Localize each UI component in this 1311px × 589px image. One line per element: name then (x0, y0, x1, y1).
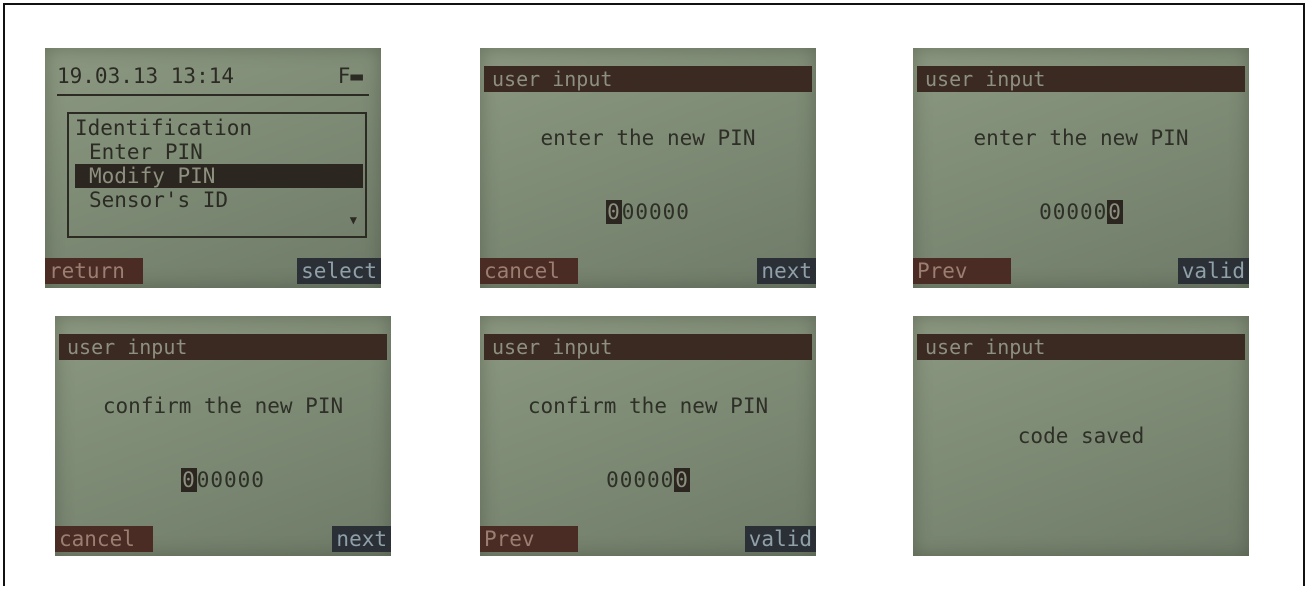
screen-header: user input (59, 334, 387, 360)
pin-digits: 00000 (196, 468, 265, 492)
pin-prompt: enter the new PIN (973, 126, 1189, 150)
lcd-screen-enter-pin-last: user input enter the new PIN 000000 Prev… (913, 48, 1249, 288)
cancel-softkey[interactable]: cancel (55, 526, 153, 552)
pin-digits: 00000 (621, 200, 690, 224)
screen-header: user input (917, 334, 1245, 360)
status-bar: 19.03.13 13:14 F▬ (57, 64, 369, 96)
screen-header: user input (484, 334, 812, 360)
identification-menu: Identification Enter PIN Modify PIN Sens… (67, 112, 367, 238)
battery-icon: F▬ (337, 64, 363, 88)
menu-item-enter-pin[interactable]: Enter PIN (75, 140, 359, 164)
pin-cursor-digit[interactable]: 0 (674, 468, 690, 492)
datetime-label: 19.03.13 13:14 (57, 64, 235, 88)
pin-prompt: enter the new PIN (540, 126, 756, 150)
valid-softkey[interactable]: valid (744, 526, 816, 552)
valid-softkey[interactable]: valid (1177, 258, 1249, 284)
lcd-screen-menu: 19.03.13 13:14 F▬ Identification Enter P… (45, 48, 381, 288)
lcd-screen-confirm-pin-last: user input confirm the new PIN 000000 Pr… (480, 316, 816, 556)
pin-field[interactable]: 000000 (480, 468, 816, 492)
select-softkey[interactable]: select (297, 258, 381, 284)
menu-title: Identification (75, 116, 253, 140)
lcd-screen-enter-pin-first: user input enter the new PIN 000000 canc… (480, 48, 816, 288)
prev-softkey[interactable]: Prev (480, 526, 578, 552)
pin-cursor-digit[interactable]: 0 (181, 468, 197, 492)
return-softkey[interactable]: return (45, 258, 143, 284)
pin-digits: 00000 (1039, 200, 1108, 224)
confirmation-message: code saved (1017, 424, 1145, 448)
menu-item-modify-pin[interactable]: Modify PIN (75, 164, 363, 188)
scroll-down-icon: ▼ (349, 213, 357, 227)
pin-cursor-digit[interactable]: 0 (606, 200, 622, 224)
pin-field[interactable]: 000000 (913, 200, 1249, 224)
prev-softkey[interactable]: Prev (913, 258, 1011, 284)
menu-item-sensors-id[interactable]: Sensor's ID (75, 188, 359, 212)
next-softkey[interactable]: next (757, 258, 816, 284)
screen-header: user input (484, 66, 812, 92)
pin-prompt: confirm the new PIN (102, 394, 344, 418)
lcd-screen-confirm-pin-first: user input confirm the new PIN 000000 ca… (55, 316, 391, 556)
lcd-screen-code-saved: user input code saved (913, 316, 1249, 556)
pin-field[interactable]: 000000 (55, 468, 391, 492)
screen-header: user input (917, 66, 1245, 92)
pin-cursor-digit[interactable]: 0 (1107, 200, 1123, 224)
cancel-softkey[interactable]: cancel (480, 258, 578, 284)
next-softkey[interactable]: next (332, 526, 391, 552)
pin-field[interactable]: 000000 (480, 200, 816, 224)
pin-digits: 00000 (606, 468, 675, 492)
pin-prompt: confirm the new PIN (527, 394, 769, 418)
